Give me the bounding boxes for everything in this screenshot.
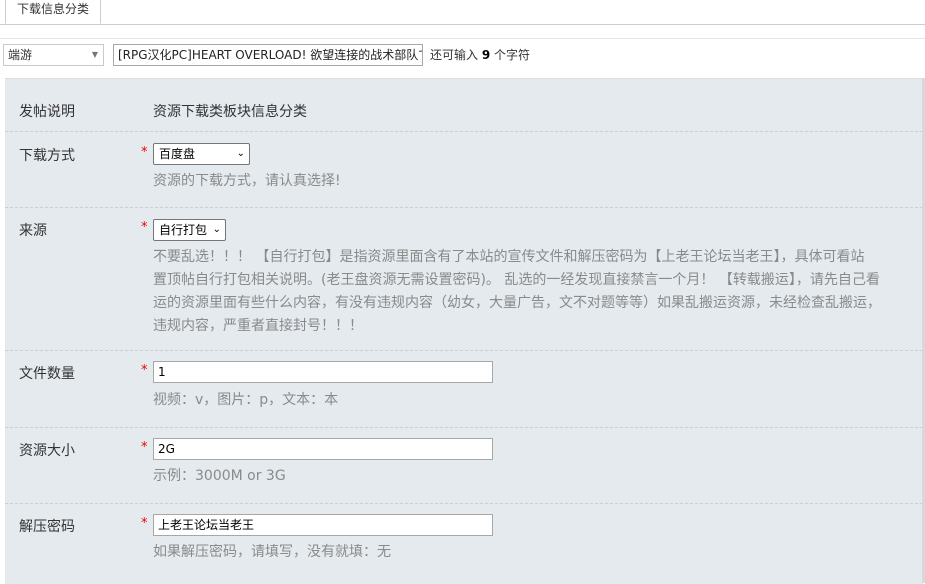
post-description-value: 资源下载类板块信息分类	[153, 104, 307, 120]
row-download-method: 下载方式 * 百度盘 ⌄ 资源的下载方式，请认真选择!	[5, 131, 923, 208]
row-file-count: 文件数量 * 1 视频：v，图片：p，文本：本	[5, 350, 923, 428]
divider	[0, 38, 925, 39]
required-star: *	[141, 145, 148, 160]
source-label: 来源	[19, 223, 47, 239]
chevron-down-icon: ▼	[91, 50, 98, 59]
char-remaining-count: 9	[481, 48, 491, 62]
post-type-select[interactable]: 端游 ▼	[3, 44, 104, 66]
required-star: *	[141, 440, 148, 455]
tab-bar: 下载信息分类	[0, 0, 925, 25]
tab-download-info[interactable]: 下载信息分类	[5, 0, 101, 24]
source-select[interactable]: 自行打包 ⌄	[153, 219, 226, 241]
source-hint-line-1: 不要乱选！！！ 【自行打包】是指资源里面含有了本站的宣传文件和解压密码为【上老王…	[153, 249, 865, 265]
row-source: 来源 * 自行打包 ⌄ 不要乱选！！！ 【自行打包】是指资源里面含有了本站的宣传…	[5, 207, 923, 351]
required-star: *	[141, 516, 148, 531]
post-type-value: 端游	[8, 48, 33, 62]
post-description-label: 发帖说明	[19, 104, 75, 120]
row-post-description: 发帖说明 资源下载类板块信息分类	[5, 79, 923, 132]
download-method-select[interactable]: 百度盘 ⌄	[153, 143, 250, 165]
download-method-hint: 资源的下载方式，请认真选择!	[153, 173, 341, 189]
required-star: *	[141, 363, 148, 378]
row-resource-size: 资源大小 * 2G 示例：3000M or 3G	[5, 427, 923, 504]
download-method-label: 下载方式	[19, 148, 75, 164]
file-count-label: 文件数量	[19, 366, 75, 382]
resource-size-label: 资源大小	[19, 443, 75, 459]
source-hint-line-2: 置顶帖自行打包相关说明。(老王盘资源无需设置密码)。 乱选的一经发现直接禁言一个…	[153, 272, 880, 288]
resource-size-hint: 示例：3000M or 3G	[153, 468, 286, 484]
classification-panel: 发帖说明 资源下载类板块信息分类 下载方式 * 百度盘 ⌄ 资源的下载方式，请认…	[5, 78, 923, 584]
row-unzip-password: 解压密码 * 上老王论坛当老王 如果解压密码，请填写，没有就填：无	[5, 503, 923, 584]
unzip-password-hint: 如果解压密码，请填写，没有就填：无	[153, 544, 391, 560]
unzip-password-input[interactable]: 上老王论坛当老王	[153, 514, 493, 536]
download-method-value: 百度盘	[159, 147, 196, 161]
unzip-password-label: 解压密码	[19, 519, 75, 535]
char-count-note: 还可输入 9 个字符	[430, 48, 531, 62]
source-hint-line-4: 违规内容，严重者直接封号！！！	[153, 318, 363, 334]
source-hint-line-3: 运的资源里面有些什么内容，有没有违规内容（幼女，大量广告，文不对题等等）如果乱搬…	[153, 295, 881, 311]
chevron-down-icon: ⌄	[212, 224, 221, 235]
required-star: *	[141, 220, 148, 235]
chevron-down-icon: ⌄	[236, 148, 245, 159]
source-value: 自行打包	[159, 223, 208, 237]
file-count-hint: 视频：v，图片：p，文本：本	[153, 392, 339, 408]
post-title-input[interactable]: [RPG汉化PC]HEART OVERLOAD! 欲望连接的战术部队で	[113, 44, 423, 66]
file-count-input[interactable]: 1	[153, 361, 493, 383]
resource-size-input[interactable]: 2G	[153, 438, 493, 460]
